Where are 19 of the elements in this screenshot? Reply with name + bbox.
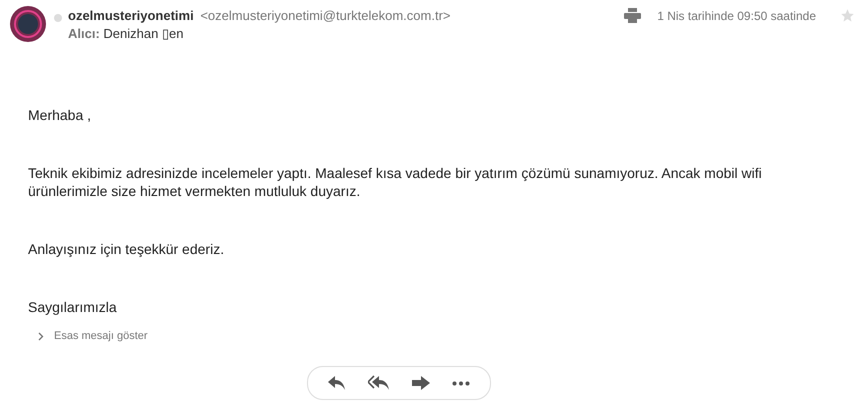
- message-paragraph: Merhaba ,: [28, 106, 92, 124]
- status-dot: [54, 14, 62, 22]
- chevron-icon[interactable]: [38, 332, 44, 340]
- sender-email: <ozelmusteriyonetimi@turktelekom.com.tr>: [200, 8, 450, 23]
- message-paragraph: Saygılarımızla: [28, 298, 118, 316]
- reply-all-icon[interactable]: [368, 375, 390, 391]
- avatar-icon: [10, 6, 46, 42]
- forward-icon[interactable]: [412, 376, 430, 390]
- message-paragraph: Teknik ekibimiz adresinizde incelemeler yaptı. Maalesef kısa vadede bir yatırım çözümü sunamıyoruz. Ancak mobil wifi ürünlerimizle size hizmet vermekten mutluluk duyarız.: [28, 164, 763, 200]
- recipient-label: Alıcı:: [68, 26, 100, 41]
- show-original-link[interactable]: Esas mesajı göster: [54, 330, 148, 342]
- date-text: 1 Nis tarihinde 09:50 saatinde: [657, 8, 816, 22]
- more-icon[interactable]: [452, 380, 470, 386]
- message-paragraph: Anlayışınız için teşekkür ederiz.: [28, 240, 226, 258]
- star-icon[interactable]: [840, 8, 855, 23]
- sender-name: ozelmusteriyonetimi: [68, 8, 194, 23]
- reply-icon[interactable]: [328, 375, 346, 391]
- recipient-name: Denizhan ▯en: [103, 26, 184, 41]
- print-icon[interactable]: [624, 8, 642, 23]
